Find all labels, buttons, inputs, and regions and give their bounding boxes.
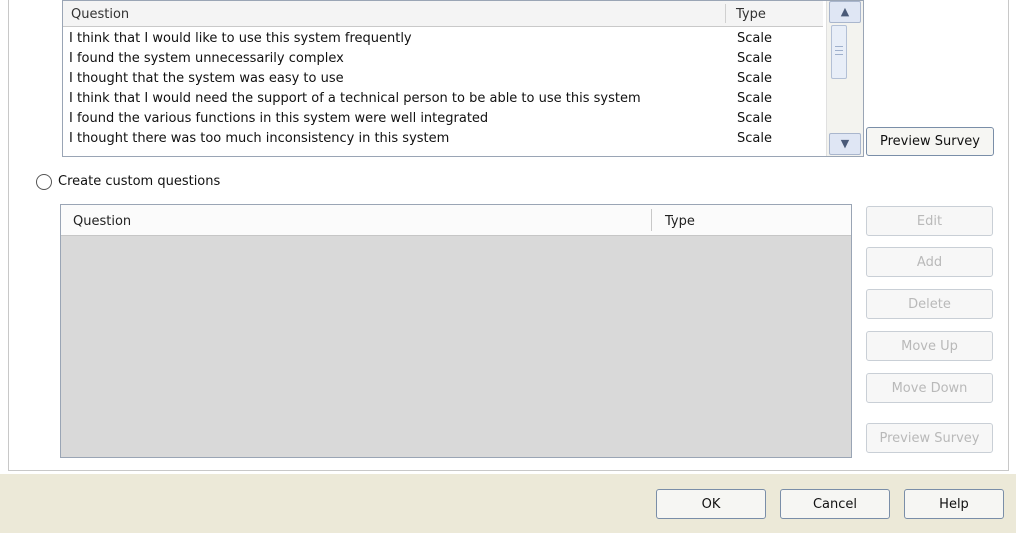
column-header-type[interactable]: Type xyxy=(665,214,695,229)
column-header-question[interactable]: Question xyxy=(73,214,131,229)
row-question: I found the system unnecessarily complex xyxy=(69,51,344,66)
row-type: Scale xyxy=(737,111,772,126)
row-question: I found the various functions in this sy… xyxy=(69,111,489,126)
preset-questions-list[interactable]: Question Type I think that I would like … xyxy=(62,0,864,157)
frame-bottom-border xyxy=(8,470,1009,471)
preset-rows: I think that I would like to use this sy… xyxy=(63,30,823,150)
row-type: Scale xyxy=(737,31,772,46)
chevron-up-icon[interactable]: ▲ xyxy=(829,1,861,23)
edit-button[interactable]: Edit xyxy=(866,206,993,236)
survey-dialog: Question Type I think that I would like … xyxy=(0,0,1016,533)
table-row[interactable]: I found the various functions in this sy… xyxy=(63,110,823,130)
radio-button[interactable] xyxy=(36,174,52,190)
column-header-type[interactable]: Type xyxy=(736,7,766,22)
move-up-button[interactable]: Move Up xyxy=(866,331,993,361)
ok-button[interactable]: OK xyxy=(656,489,766,519)
column-divider[interactable] xyxy=(725,4,726,23)
frame-left-border xyxy=(8,0,9,470)
scrollbar-thumb[interactable] xyxy=(831,25,847,79)
dialog-footer: OK Cancel Help xyxy=(0,474,1016,533)
table-row[interactable]: I think that I would need the support of… xyxy=(63,90,823,110)
radio-label[interactable]: Create custom questions xyxy=(58,174,220,189)
help-button[interactable]: Help xyxy=(904,489,1004,519)
grip-line xyxy=(835,46,843,47)
move-down-button[interactable]: Move Down xyxy=(866,373,993,403)
custom-list-header: Question Type xyxy=(61,205,851,236)
row-question: I thought there was too much inconsisten… xyxy=(69,131,450,146)
add-button[interactable]: Add xyxy=(866,247,993,277)
delete-button[interactable]: Delete xyxy=(866,289,993,319)
preset-list-header: Question Type xyxy=(63,1,823,27)
preview-survey-button-custom[interactable]: Preview Survey xyxy=(866,423,993,453)
grip-line xyxy=(835,50,843,51)
vertical-scrollbar[interactable]: ▲ ▼ xyxy=(826,1,863,156)
row-type: Scale xyxy=(737,51,772,66)
table-row[interactable]: I thought there was too much inconsisten… xyxy=(63,130,823,150)
row-type: Scale xyxy=(737,91,772,106)
table-row[interactable]: I found the system unnecessarily complex… xyxy=(63,50,823,70)
column-header-question[interactable]: Question xyxy=(71,7,129,22)
table-row[interactable]: I thought that the system was easy to us… xyxy=(63,70,823,90)
row-question: I thought that the system was easy to us… xyxy=(69,71,344,86)
column-divider[interactable] xyxy=(651,209,652,231)
row-question: I think that I would need the support of… xyxy=(69,91,641,106)
frame-right-border xyxy=(1008,0,1009,470)
row-type: Scale xyxy=(737,131,772,146)
preview-survey-button[interactable]: Preview Survey xyxy=(866,127,994,156)
grip-line xyxy=(835,54,843,55)
row-question: I think that I would like to use this sy… xyxy=(69,31,412,46)
chevron-down-icon[interactable]: ▼ xyxy=(829,133,861,155)
row-type: Scale xyxy=(737,71,772,86)
custom-questions-list[interactable]: Question Type xyxy=(60,204,852,458)
cancel-button[interactable]: Cancel xyxy=(780,489,890,519)
table-row[interactable]: I think that I would like to use this sy… xyxy=(63,30,823,50)
